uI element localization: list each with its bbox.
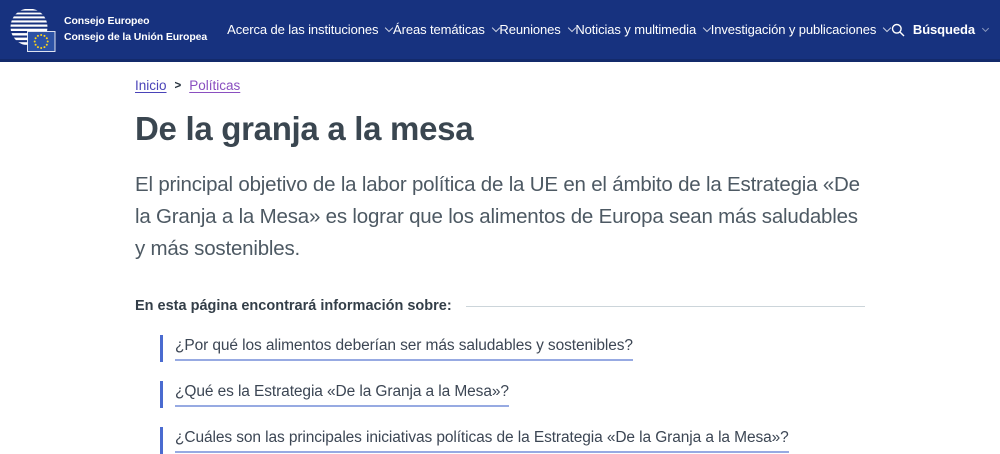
search-label: Búsqueda <box>913 22 975 37</box>
site-header: Consejo Europeo Consejo de la Unión Euro… <box>0 0 1000 62</box>
eu-flag-icon <box>28 31 56 51</box>
search-icon <box>891 23 905 37</box>
nav-item-investigacion[interactable]: Investigación y publicaciones <box>711 22 890 37</box>
toc-item: ¿Qué es la Estrategia «De la Granja a la… <box>160 381 865 408</box>
on-this-page-label: En esta página encontrará información so… <box>135 298 452 314</box>
nav-item-areas-tematicas[interactable]: Áreas temáticas <box>393 22 499 37</box>
page-content: Inicio > Políticas De la granja a la mes… <box>135 78 865 454</box>
brand-line2: Consejo de la Unión Europea <box>64 30 207 45</box>
brand-line1: Consejo Europeo <box>64 14 207 29</box>
toc-item-bar <box>160 427 163 454</box>
nav-item-noticias[interactable]: Noticias y multimedia <box>575 22 710 37</box>
breadcrumb-separator: > <box>175 80 182 92</box>
toc-link-saludables[interactable]: ¿Por qué los alimentos deberían ser más … <box>175 337 633 361</box>
page-title: De la granja a la mesa <box>135 110 865 148</box>
nav-item-reuniones[interactable]: Reuniones <box>499 22 574 37</box>
toc-link-estrategia[interactable]: ¿Qué es la Estrategia «De la Granja a la… <box>175 383 509 407</box>
breadcrumb: Inicio > Políticas <box>135 78 865 93</box>
nav-item-label: Noticias y multimedia <box>575 22 696 37</box>
horizontal-divider <box>466 306 865 307</box>
nav-item-label: Acerca de las instituciones <box>227 22 378 37</box>
brand-title: Consejo Europeo Consejo de la Unión Euro… <box>64 14 207 44</box>
toc-item-bar <box>160 335 163 362</box>
nav-item-label: Áreas temáticas <box>393 22 485 37</box>
breadcrumb-link-inicio[interactable]: Inicio <box>135 78 167 93</box>
council-logo-icon <box>10 6 56 54</box>
toc-list: ¿Por qué los alimentos deberían ser más … <box>135 335 865 454</box>
nav-item-label: Reuniones <box>499 22 560 37</box>
toc-item: ¿Por qué los alimentos deberían ser más … <box>160 335 865 362</box>
on-this-page-header: En esta página encontrará información so… <box>135 298 865 314</box>
toc-item-bar <box>160 381 163 408</box>
main-nav: Acerca de las instituciones Áreas temáti… <box>227 22 988 37</box>
breadcrumb-link-politicas[interactable]: Políticas <box>189 78 240 93</box>
toc-item: ¿Cuáles son las principales iniciativas … <box>160 427 865 454</box>
nav-item-label: Investigación y publicaciones <box>711 22 876 37</box>
chevron-down-icon <box>982 24 989 31</box>
site-logo[interactable]: Consejo Europeo Consejo de la Unión Euro… <box>10 6 207 54</box>
nav-item-instituciones[interactable]: Acerca de las instituciones <box>227 22 392 37</box>
page-intro: El principal objetivo de la labor políti… <box>135 169 865 265</box>
search-button[interactable]: Búsqueda <box>891 22 988 37</box>
toc-link-iniciativas[interactable]: ¿Cuáles son las principales iniciativas … <box>175 429 789 453</box>
